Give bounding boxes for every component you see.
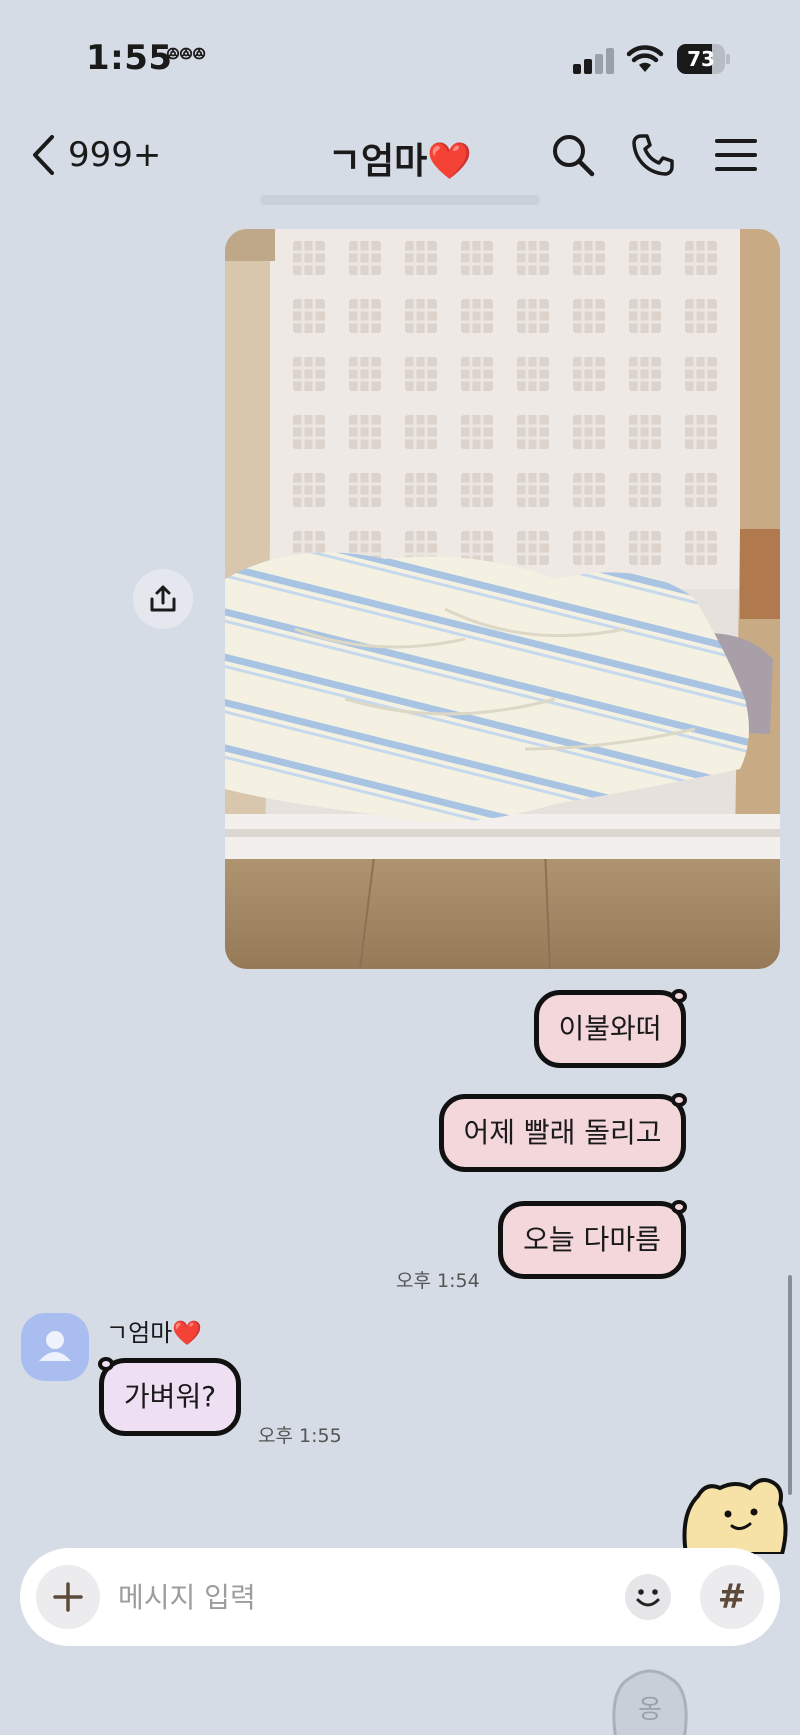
status-extra-indicator: ꔮꔮꔮ bbox=[166, 44, 205, 65]
emoji-icon bbox=[625, 1574, 671, 1620]
plus-icon bbox=[52, 1581, 84, 1613]
search-icon[interactable] bbox=[550, 132, 596, 178]
sticker-preview-label: 옹 bbox=[638, 1695, 662, 1725]
phone-icon[interactable] bbox=[630, 132, 676, 178]
avatar[interactable] bbox=[21, 1313, 89, 1381]
chat-title: ㄱ엄마❤️ bbox=[0, 132, 800, 184]
previous-message-edge bbox=[260, 195, 540, 205]
sticker-preview[interactable]: 옹 bbox=[608, 1660, 692, 1735]
battery-icon: 73 bbox=[677, 44, 729, 74]
bear-sticker[interactable] bbox=[676, 1474, 790, 1554]
message-timestamp: 오후 1:55 bbox=[258, 1421, 342, 1448]
attach-button[interactable] bbox=[36, 1565, 100, 1629]
share-button[interactable] bbox=[133, 569, 193, 629]
status-bar: 1:55 ꔮꔮꔮ 73 bbox=[0, 0, 800, 110]
emoji-button[interactable] bbox=[625, 1574, 671, 1620]
hash-button[interactable]: # bbox=[700, 1565, 764, 1629]
incoming-message[interactable]: 가벼워? bbox=[99, 1358, 241, 1436]
outgoing-message[interactable]: 이불와떠 bbox=[534, 990, 686, 1068]
chat-header: 999+ ㄱ엄마❤️ bbox=[0, 110, 800, 200]
scrollbar[interactable] bbox=[788, 1275, 792, 1495]
message-input[interactable] bbox=[118, 1572, 618, 1622]
sender-name: ㄱ엄마❤️ bbox=[106, 1313, 202, 1348]
message-timestamp: 오후 1:54 bbox=[396, 1266, 480, 1293]
default-profile-icon bbox=[21, 1313, 89, 1381]
status-time: 1:55 bbox=[86, 38, 173, 78]
battery-percent: 73 bbox=[677, 44, 725, 74]
message-text: 어제 빨래 돌리고 bbox=[463, 1119, 661, 1147]
menu-icon[interactable] bbox=[713, 132, 759, 178]
photo-message[interactable] bbox=[225, 229, 780, 969]
message-text: 가벼워? bbox=[124, 1383, 216, 1411]
message-input-bar: # bbox=[20, 1548, 780, 1646]
signal-icon bbox=[573, 48, 615, 74]
outgoing-message[interactable]: 어제 빨래 돌리고 bbox=[439, 1094, 686, 1172]
message-text: 오늘 다마름 bbox=[523, 1226, 661, 1254]
message-text: 이불와떠 bbox=[558, 1015, 661, 1043]
wifi-icon bbox=[626, 44, 664, 74]
share-icon bbox=[147, 583, 179, 615]
outgoing-message[interactable]: 오늘 다마름 bbox=[498, 1201, 686, 1279]
hash-icon: # bbox=[718, 1577, 747, 1617]
